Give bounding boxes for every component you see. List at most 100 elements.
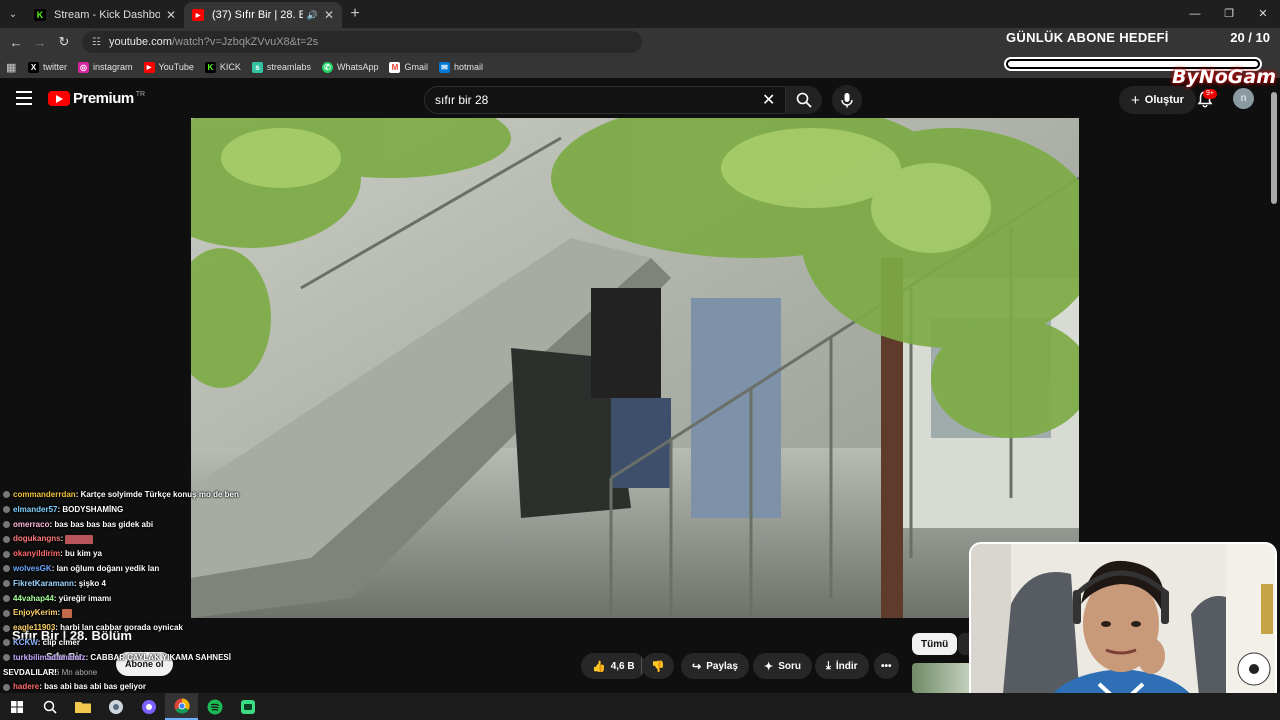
chip-all[interactable]: Tümü [912,633,958,655]
ask-label: Soru [778,660,801,672]
notification-count-badge: 9+ [1203,89,1217,99]
kick-icon: K [204,61,216,73]
chat-badge-icon [3,654,10,662]
bookmark-label: WhatsApp [336,62,379,72]
chat-text: : bas bas bas bas gidek abi [49,519,154,529]
clear-search-icon[interactable]: ✕ [762,90,775,110]
url-path: /watch?v=JzbqkZVvuX8&t=2s [171,36,319,48]
bookmark-gmail[interactable]: M Gmail [389,61,428,73]
chat-message: omerraco: bas bas bas bas gidek abi [3,518,273,533]
stream-chat-overlay: commanderrdan: Kartçe solyimde Türkçe ko… [3,488,273,695]
more-actions-button[interactable]: ••• [874,653,899,679]
chat-badge-icon [3,565,10,573]
avatar[interactable]: n [1233,88,1254,109]
tab-bar: ⌄ K Stream - Kick Dashboard ✕ ▶ (37) Sıf… [0,0,1280,28]
voice-search-button[interactable] [832,85,862,115]
bookmark-label: KICK [219,62,241,72]
taskbar-app-3[interactable] [231,693,264,720]
taskbar-app[interactable] [99,693,132,720]
chat-emote-icon [65,534,94,544]
goal-label: GÜNLÜK ABONE HEDEFİ [1006,30,1169,45]
restore-button[interactable]: ❐ [1212,0,1246,28]
bookmark-twitter[interactable]: Xtwitter [28,61,68,73]
search-icon [43,700,57,714]
tab-kick-dashboard[interactable]: K Stream - Kick Dashboard ✕ [26,2,184,28]
search-input[interactable]: sıfır bir 28 [424,86,786,114]
close-icon[interactable]: ✕ [324,8,334,22]
tab-search-chevron-icon[interactable]: ⌄ [0,0,26,28]
spotify-icon [207,699,222,714]
apps-grid-icon[interactable]: ▦ [6,61,28,74]
search-button[interactable] [786,86,822,114]
create-button[interactable]: + Oluştur [1119,86,1196,114]
chrome-icon [174,697,190,714]
bookmark-label: instagram [93,62,133,72]
chat-username: 44vahap44 [13,593,54,603]
taskbar-search-button[interactable] [33,693,66,720]
chat-message: 44vahap44: yüreğir imamı [3,592,273,607]
page-scrollbar[interactable] [1271,92,1277,204]
windows-taskbar [0,693,1280,720]
ask-button[interactable]: ✦ Soru [753,653,812,679]
youtube-icon: ▶ [192,9,204,21]
bookmark-label: twitter [43,62,68,72]
download-button[interactable]: ⤓ İndir [815,653,869,679]
bookmark-youtube[interactable]: ▶ YouTube [143,61,194,73]
streamer-brand-logo: ByNoGam [1171,66,1276,88]
chat-text: : lan oğlum doğanı yedik lan [51,563,160,573]
thumbs-down-icon: 👎 [651,660,665,673]
video-frame-image [191,118,1079,618]
search-query: sıfır bir 28 [435,93,489,107]
recommended-video-thumbnail[interactable] [912,663,972,693]
chat-text: : clip cimer [37,637,80,647]
bookmark-streamlabs[interactable]: s streamlabs [251,61,311,73]
youtube-premium-logo[interactable]: Premium TR [48,90,145,107]
bookmark-whatsapp[interactable]: ✆ WhatsApp [321,61,379,73]
x-icon: X [28,61,39,73]
speaker-icon[interactable]: 🔊 [307,10,318,21]
chat-username: KCKW [13,637,38,647]
share-label: Paylaş [706,660,738,672]
like-button[interactable]: 👍 4,6 B [581,653,646,679]
tab-title: (37) Sıfır Bir | 28. Bölüm - Yo [212,9,303,21]
tab-youtube-video[interactable]: ▶ (37) Sıfır Bir | 28. Bölüm - Yo 🔊 ✕ [184,2,342,28]
windows-start-button[interactable] [0,693,33,720]
taskbar-app-2[interactable] [132,693,165,720]
chat-username: wolvesGK [13,563,52,573]
taskbar-chrome[interactable] [165,693,198,720]
back-button[interactable]: ← [4,35,28,50]
outlook-icon: ✉ [438,61,450,73]
video-player[interactable] [191,118,1079,618]
url-bar[interactable]: ☷ youtube.com/watch?v=JzbqkZVvuX8&t=2s [82,31,642,53]
forward-button[interactable]: → [28,35,52,50]
chat-badge-icon [3,683,10,691]
minimize-button[interactable]: — [1178,0,1212,28]
chat-text: : Kartçe solyimde Türkçe konuş mo de ben [75,490,239,499]
bookmark-kick[interactable]: K KICK [204,61,241,73]
chat-emote-icon [62,608,73,618]
taskbar-spotify[interactable] [198,693,231,720]
chat-text: SEVDALILAR! [3,667,57,677]
reload-button[interactable]: ↻ [52,34,76,50]
bookmark-instagram[interactable]: ◎ instagram [78,61,133,73]
share-button[interactable]: ↪ Paylaş [681,653,749,679]
gmail-icon: M [389,61,401,73]
app-icon [141,699,156,714]
menu-icon[interactable] [16,91,32,105]
windows-logo-icon [10,700,23,713]
youtube-header: Premium TR sıfır bir 28 ✕ + Oluştur 9+ n [0,80,1280,118]
taskbar-file-explorer[interactable] [66,693,99,720]
youtube-play-icon [48,91,70,106]
chat-text: : BODYSHAMİNG [57,504,124,514]
youtube-icon: ▶ [143,61,155,73]
site-info-icon[interactable]: ☷ [92,37,101,48]
bookmark-hotmail[interactable]: ✉ hotmail [438,61,483,73]
dislike-button[interactable]: 👎 [642,653,674,679]
chat-badge-icon [3,580,10,588]
sparkle-icon: ✦ [764,660,774,673]
chat-badge-icon [3,639,10,647]
close-window-button[interactable]: ✕ [1246,0,1280,28]
new-tab-button[interactable]: + [342,5,368,23]
close-icon[interactable]: ✕ [166,8,176,22]
search-icon [796,92,812,108]
